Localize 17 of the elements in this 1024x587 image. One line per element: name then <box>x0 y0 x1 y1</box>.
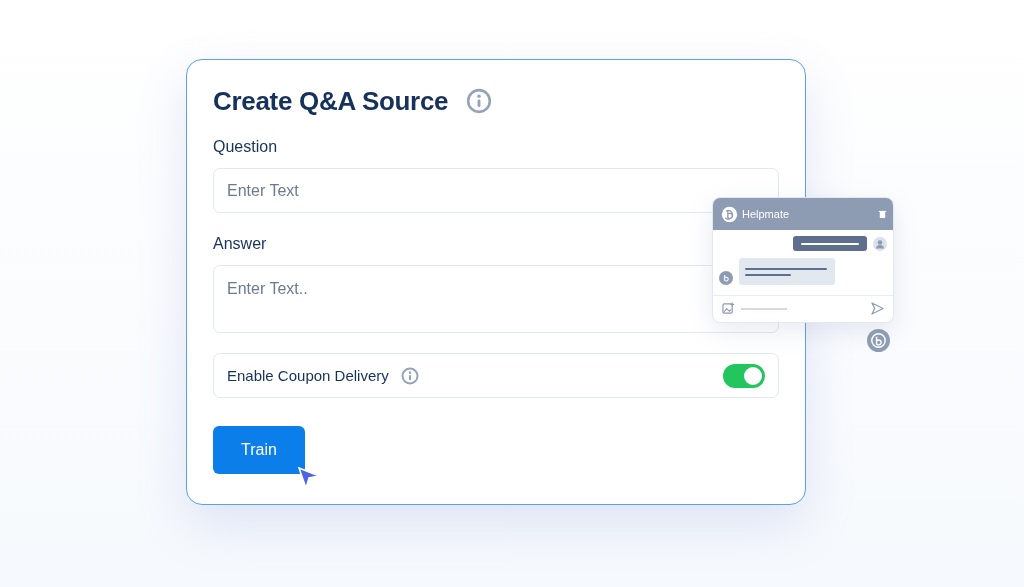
toggle-label: Enable Coupon Delivery <box>227 367 389 384</box>
trash-icon[interactable] <box>878 209 887 219</box>
answer-box[interactable]: Enter Text.. <box>213 265 779 333</box>
field-label: Question <box>213 138 279 156</box>
info-icon[interactable] <box>400 366 419 385</box>
bot-avatar-icon <box>719 271 733 285</box>
toggle-switch[interactable] <box>723 363 765 388</box>
field-label: Answer <box>213 235 268 253</box>
form-title: Create Q&A Source <box>213 85 449 117</box>
send-icon[interactable] <box>871 302 884 315</box>
train-button[interactable]: Train <box>213 426 305 474</box>
chat-launcher-icon[interactable] <box>867 329 890 352</box>
message-field[interactable] <box>741 307 787 310</box>
image-icon[interactable] <box>722 302 735 315</box>
info-icon[interactable] <box>466 88 493 114</box>
logo-icon <box>721 205 738 223</box>
avatar-icon <box>873 236 887 251</box>
